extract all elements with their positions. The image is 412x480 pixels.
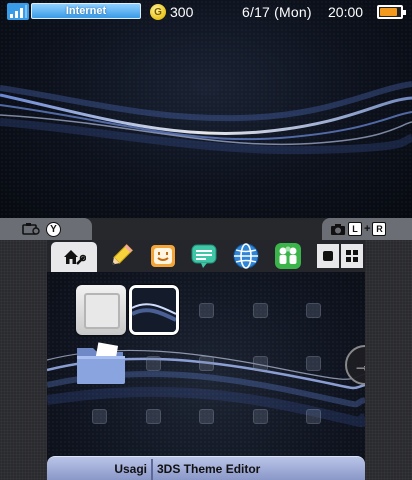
empty-slot[interactable] — [92, 409, 107, 424]
empty-slot[interactable] — [146, 356, 161, 371]
grid-view-button[interactable] — [341, 244, 363, 268]
time: 20:00 — [328, 4, 364, 20]
coin-count: 300 — [170, 4, 194, 20]
selected-app-slot[interactable] — [129, 285, 179, 335]
globe-icon[interactable] — [232, 242, 260, 270]
user-name: Usagi — [114, 462, 147, 476]
camera-shoulder-tab[interactable]: L + R — [322, 218, 412, 240]
pencil-icon[interactable] — [107, 242, 135, 270]
camera-icon — [22, 223, 40, 235]
status-bar: Internet G 300 6/17 (Mon) 20:00 — [0, 0, 412, 24]
empty-slot[interactable] — [253, 409, 268, 424]
home-settings-icon — [64, 250, 86, 265]
battery-level — [380, 8, 397, 16]
r-button-icon: R — [372, 222, 387, 236]
square-view-icon — [323, 251, 333, 261]
top-wave-graphic — [0, 81, 412, 155]
face-icon[interactable] — [149, 242, 177, 270]
home-toolbar — [47, 240, 365, 272]
empty-slot[interactable] — [199, 303, 214, 318]
empty-slot[interactable] — [199, 409, 214, 424]
people-icon[interactable] — [274, 242, 302, 270]
camera-shortcut-tab[interactable]: Y — [0, 218, 92, 240]
empty-slot[interactable] — [306, 409, 321, 424]
y-button-icon: Y — [46, 221, 61, 237]
empty-slot[interactable] — [306, 356, 321, 371]
single-view-button[interactable] — [317, 244, 339, 268]
bottom-screen: → Usagi 3DS Theme Editor — [47, 240, 365, 480]
title-bar-divider — [151, 459, 153, 480]
date: 6/17 (Mon) — [242, 4, 312, 20]
app-icon-blank[interactable] — [76, 285, 126, 335]
theme-preview-icon — [132, 288, 176, 332]
battery-icon — [377, 5, 406, 19]
top-screen: Internet G 300 6/17 (Mon) 20:00 — [0, 0, 412, 218]
empty-slot[interactable] — [146, 409, 161, 424]
chat-bubble-icon[interactable] — [190, 242, 218, 270]
empty-slot[interactable] — [199, 356, 214, 371]
signal-strength-icon — [7, 3, 29, 20]
coin-icon: G — [150, 4, 166, 20]
arrow-right-icon: → — [353, 354, 365, 375]
bottom-right-border — [365, 240, 412, 480]
l-button-icon: L — [348, 222, 362, 236]
plus-glyph: + — [364, 223, 371, 235]
camera-icon — [331, 223, 345, 235]
home-settings-button[interactable] — [51, 242, 97, 272]
network-status: Internet — [31, 3, 141, 19]
empty-slot[interactable] — [253, 356, 268, 371]
folder-icon[interactable] — [75, 340, 127, 386]
software-title: 3DS Theme Editor — [157, 462, 261, 476]
grid-view-icon — [346, 250, 358, 262]
empty-slot[interactable] — [253, 303, 268, 318]
empty-slot[interactable] — [306, 303, 321, 318]
title-bar: Usagi 3DS Theme Editor — [47, 456, 365, 480]
bottom-left-border — [0, 240, 47, 480]
